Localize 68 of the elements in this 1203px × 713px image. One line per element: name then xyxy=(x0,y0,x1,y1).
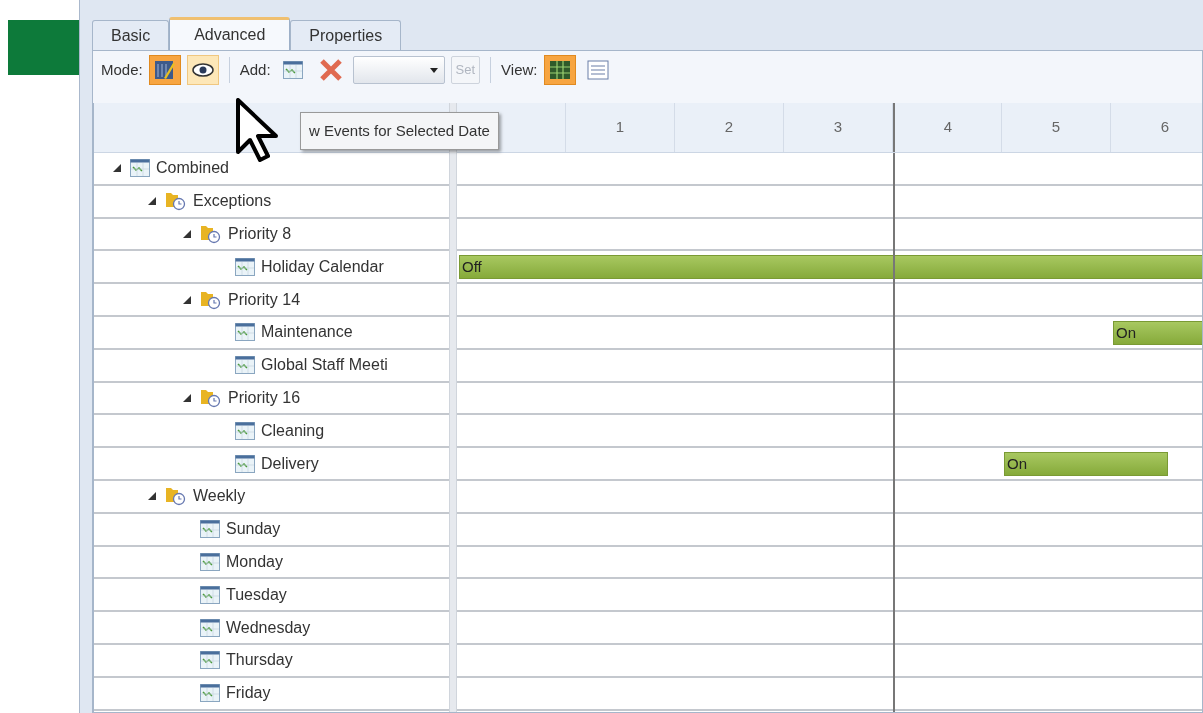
tree-item-label[interactable]: Sunday xyxy=(226,520,281,539)
tree-item-label[interactable]: Wednesday xyxy=(226,618,311,637)
folder-clock-icon xyxy=(165,486,187,507)
expand-arrow-icon[interactable] xyxy=(183,295,191,304)
folder-clock-icon xyxy=(200,289,222,310)
calendar-icon xyxy=(235,454,255,473)
event-bar[interactable]: On xyxy=(1113,321,1202,345)
tree-item-label[interactable]: Priority 8 xyxy=(228,225,292,243)
view-mode-button[interactable] xyxy=(186,55,219,85)
folder-clock-icon xyxy=(200,224,222,244)
grid-icon xyxy=(548,60,571,80)
tooltip: w Events for Selected Date xyxy=(300,112,499,150)
calendar-icon xyxy=(200,618,220,637)
tree-item-label[interactable]: Tuesday xyxy=(226,585,287,604)
calendar-icon xyxy=(235,257,255,276)
calendar-icon xyxy=(235,323,255,342)
grid-view-button[interactable] xyxy=(543,55,576,85)
calendar-icon xyxy=(200,684,220,703)
calendar-icon xyxy=(235,356,255,375)
mode-label: Mode: xyxy=(101,59,143,80)
tree-item-label[interactable]: Delivery xyxy=(261,454,319,473)
tree-item-label[interactable]: Maintenance xyxy=(261,323,353,342)
dropdown-field[interactable] xyxy=(352,56,445,84)
day-header: 2 xyxy=(675,103,784,152)
day-header: 3 xyxy=(784,103,893,152)
dropdown-caret-icon xyxy=(429,67,438,73)
calendar-pencil-icon xyxy=(153,60,176,80)
calendar-icon xyxy=(200,651,220,670)
expand-arrow-icon[interactable] xyxy=(113,164,121,173)
tree-item-label[interactable]: Weekly xyxy=(193,487,246,506)
tree-item-label[interactable]: Holiday Calendar xyxy=(261,257,384,276)
calendar-icon xyxy=(200,585,220,604)
view-label: View: xyxy=(501,59,538,80)
edit-mode-button[interactable] xyxy=(148,55,181,85)
folder-clock-icon xyxy=(200,387,222,408)
tab[interactable]: Properties xyxy=(290,20,402,50)
tab[interactable]: Basic xyxy=(92,20,170,50)
calendar-icon xyxy=(130,159,150,178)
day-header: 6 xyxy=(1111,103,1202,152)
eye-icon xyxy=(191,63,214,77)
tree-item-label[interactable]: Friday xyxy=(226,684,271,703)
expand-arrow-icon[interactable] xyxy=(183,393,191,402)
tree-item-label[interactable]: Monday xyxy=(226,552,283,571)
folder-clock-icon xyxy=(165,191,187,212)
calendar-icon xyxy=(235,421,255,440)
expand-arrow-icon[interactable] xyxy=(148,492,156,501)
tree-item-label[interactable]: Cleaning xyxy=(261,421,325,440)
day-header: 1 xyxy=(566,103,675,152)
event-bar[interactable]: Off xyxy=(459,255,1202,280)
tree-item-label[interactable]: Thursday xyxy=(226,651,293,670)
expand-arrow-icon[interactable] xyxy=(183,230,191,238)
calendar-icon xyxy=(200,520,220,539)
day-header: 5 xyxy=(1002,103,1111,152)
tree-item-label[interactable]: Global Staff Meeti xyxy=(261,356,388,375)
calendar-icon xyxy=(282,61,303,79)
tree-item-label[interactable]: Exceptions xyxy=(193,192,272,211)
add-label: Add: xyxy=(239,59,271,80)
tree-item-label[interactable]: Priority 16 xyxy=(228,388,301,407)
calendar-icon xyxy=(200,552,220,571)
expand-arrow-icon[interactable] xyxy=(148,197,156,206)
tab[interactable]: Advanced xyxy=(169,17,291,50)
tree-item-label[interactable]: Priority 14 xyxy=(228,290,301,309)
event-bar[interactable]: On xyxy=(1004,452,1168,476)
close-icon xyxy=(318,58,343,82)
tree-item-label[interactable]: Combined xyxy=(156,159,229,178)
header-block xyxy=(8,20,79,75)
list-icon xyxy=(586,60,609,80)
day-header: 4 xyxy=(893,103,1002,152)
